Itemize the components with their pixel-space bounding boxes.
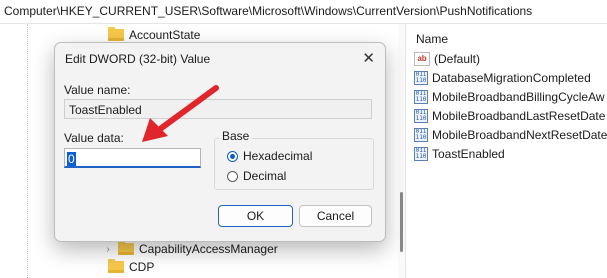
address-bar[interactable]: Computer\HKEY_CURRENT_USER\Software\Micr… [0,0,607,24]
annotation-arrow-icon [142,85,219,142]
value-item-label: (Default) [434,52,481,66]
column-header-name[interactable]: Name [416,32,448,46]
folder-icon [108,259,124,273]
value-item-label: DatabaseMigrationCompleted [432,71,591,85]
value-item-mobilebroadbandlastresetdate[interactable]: 011 110 MobileBroadbandLastResetDate [414,107,605,125]
binary-value-icon: 011 110 [414,71,428,85]
binary-value-icon: 011 110 [414,90,428,104]
values-pane: Name ab (Default) 011 110 DatabaseMigrati… [406,24,607,278]
tree-item-label: AccountState [129,28,201,42]
binary-value-icon: 011 110 [414,109,428,123]
close-icon[interactable]: ✕ [362,49,375,67]
radio-unselected-icon[interactable] [227,170,238,182]
tree-item-capabilityaccessmanager[interactable]: › CapabilityAccessManager [103,240,278,258]
radio-dec-label: Decimal [243,169,287,183]
value-item-label: ToastEnabled [432,147,505,161]
radio-decimal[interactable]: Decimal [227,169,286,183]
binary-value-icon: 011 110 [414,128,428,142]
value-item-mobilebroadbandnextresetdate[interactable]: 011 110 MobileBroadbandNextResetDate [414,126,607,144]
value-item-label: MobileBroadbandNextResetDate [432,128,607,142]
cancel-button[interactable]: Cancel [299,205,372,227]
folder-icon [118,241,134,255]
chevron-right-icon[interactable]: › [103,244,113,255]
dialog-title: Edit DWORD (32-bit) Value [65,52,211,66]
value-item-label: MobileBroadbandBillingCycleAw [432,90,605,104]
value-item-databasemigrationcompleted[interactable]: 011 110 DatabaseMigrationCompleted [414,69,591,87]
string-value-icon: ab [414,52,430,66]
value-item-label: MobileBroadbandLastResetDate [432,109,606,123]
tree-item-label: CapabilityAccessManager [139,242,278,256]
binary-value-icon: 011 110 [414,147,428,161]
radio-hex-label: Hexadecimal [243,149,313,163]
tree-guide-line [27,24,28,278]
value-item-default[interactable]: ab (Default) [414,50,480,68]
value-data-text: 0 [67,152,76,166]
value-item-mobilebroadbandbillingcycle[interactable]: 011 110 MobileBroadbandBillingCycleAw [414,88,605,106]
folder-icon [108,27,124,41]
address-path: Computer\HKEY_CURRENT_USER\Software\Micr… [4,4,533,18]
radio-hexadecimal[interactable]: Hexadecimal [227,149,312,163]
tree-scrollbar-thumb[interactable] [400,192,403,252]
tree-item-label: CDP [129,260,155,274]
ok-button[interactable]: OK [218,205,293,227]
value-data-label: Value data: [64,131,124,145]
tree-item-cdp[interactable]: CDP [108,258,154,276]
value-item-toastenabled[interactable]: 011 110 ToastEnabled [414,145,505,163]
